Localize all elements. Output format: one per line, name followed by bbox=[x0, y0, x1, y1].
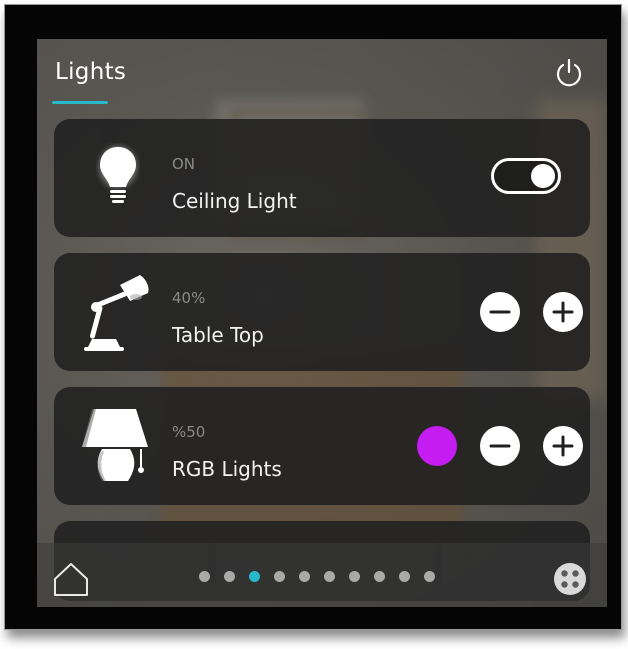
light-card-rgb[interactable]: %50 RGB Lights bbox=[54, 387, 590, 505]
page-dot[interactable] bbox=[224, 571, 235, 582]
plus-icon bbox=[552, 301, 574, 323]
device-frame: Lights ON Ceiling Light 40% Table Top %5… bbox=[4, 4, 622, 630]
page-dot[interactable] bbox=[199, 571, 210, 582]
screen: Lights ON Ceiling Light 40% Table Top %5… bbox=[37, 39, 607, 607]
minus-icon bbox=[489, 444, 511, 448]
light-status: %50 bbox=[172, 423, 206, 441]
light-card-ceiling[interactable]: ON Ceiling Light bbox=[54, 119, 590, 237]
page-title: Lights bbox=[55, 59, 127, 85]
light-status: ON bbox=[172, 155, 196, 173]
page-dot[interactable] bbox=[399, 571, 410, 582]
page-dot[interactable] bbox=[349, 571, 360, 582]
desk-lamp-icon bbox=[80, 271, 154, 359]
decrease-brightness-button[interactable] bbox=[480, 292, 520, 332]
ceiling-light-toggle[interactable] bbox=[491, 158, 561, 194]
footer-bar bbox=[37, 543, 607, 607]
color-picker-button[interactable] bbox=[417, 426, 457, 466]
table-lamp-icon bbox=[80, 407, 156, 491]
light-card-table-top[interactable]: 40% Table Top bbox=[54, 253, 590, 371]
page-dot[interactable] bbox=[424, 571, 435, 582]
page-indicator bbox=[199, 571, 435, 583]
light-status: 40% bbox=[172, 289, 206, 307]
increase-brightness-button[interactable] bbox=[543, 426, 583, 466]
apps-icon[interactable] bbox=[552, 561, 588, 597]
toggle-knob bbox=[531, 164, 555, 188]
power-icon[interactable] bbox=[553, 57, 585, 89]
decrease-brightness-button[interactable] bbox=[480, 426, 520, 466]
bulb-icon bbox=[96, 143, 140, 219]
home-icon[interactable] bbox=[51, 559, 91, 599]
title-underline bbox=[52, 101, 108, 104]
increase-brightness-button[interactable] bbox=[543, 292, 583, 332]
plus-icon bbox=[552, 435, 574, 457]
light-name: Table Top bbox=[172, 323, 264, 347]
page-dot[interactable] bbox=[324, 571, 335, 582]
page-dot[interactable] bbox=[274, 571, 285, 582]
header: Lights bbox=[37, 39, 607, 115]
minus-icon bbox=[489, 310, 511, 314]
light-name: RGB Lights bbox=[172, 457, 282, 481]
page-dot[interactable] bbox=[299, 571, 310, 582]
light-name: Ceiling Light bbox=[172, 189, 297, 213]
page-dot-active[interactable] bbox=[249, 571, 260, 582]
page-dot[interactable] bbox=[374, 571, 385, 582]
